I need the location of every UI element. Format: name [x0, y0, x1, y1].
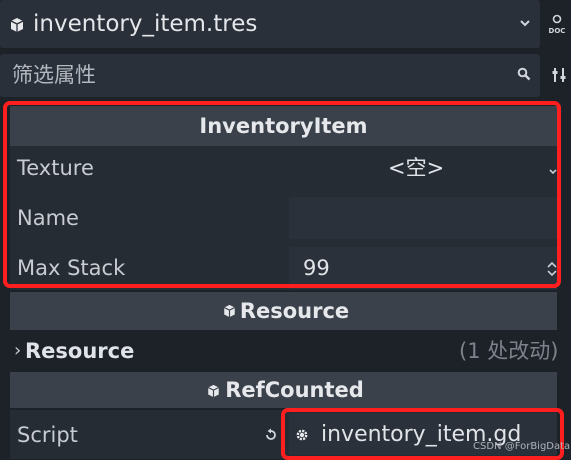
- resource-section-title: Resource: [239, 299, 350, 323]
- script-label: Script: [17, 423, 78, 447]
- resource-subgroup-label: Resource: [25, 339, 135, 363]
- filter-placeholder: 筛选属性: [12, 63, 96, 87]
- search-icon: [517, 67, 531, 81]
- highlight-box: [3, 101, 561, 288]
- resource-name: inventory_item.tres: [33, 11, 258, 37]
- expand-arrow-icon[interactable]: ›: [14, 339, 21, 363]
- refcounted-section-title: RefCounted: [225, 378, 364, 402]
- watermark: CSDN @ForBigData: [473, 441, 571, 452]
- doc-icon[interactable]: DOC: [547, 14, 567, 36]
- chevron-down-icon[interactable]: [519, 18, 531, 28]
- resource-icon: [10, 17, 24, 33]
- svg-text:DOC: DOC: [549, 27, 566, 35]
- revert-icon[interactable]: [264, 428, 278, 442]
- changes-count: (1 处改动): [459, 339, 559, 363]
- resource-icon: [223, 304, 236, 318]
- tools-icon[interactable]: [551, 67, 567, 83]
- object-icon: [207, 384, 220, 398]
